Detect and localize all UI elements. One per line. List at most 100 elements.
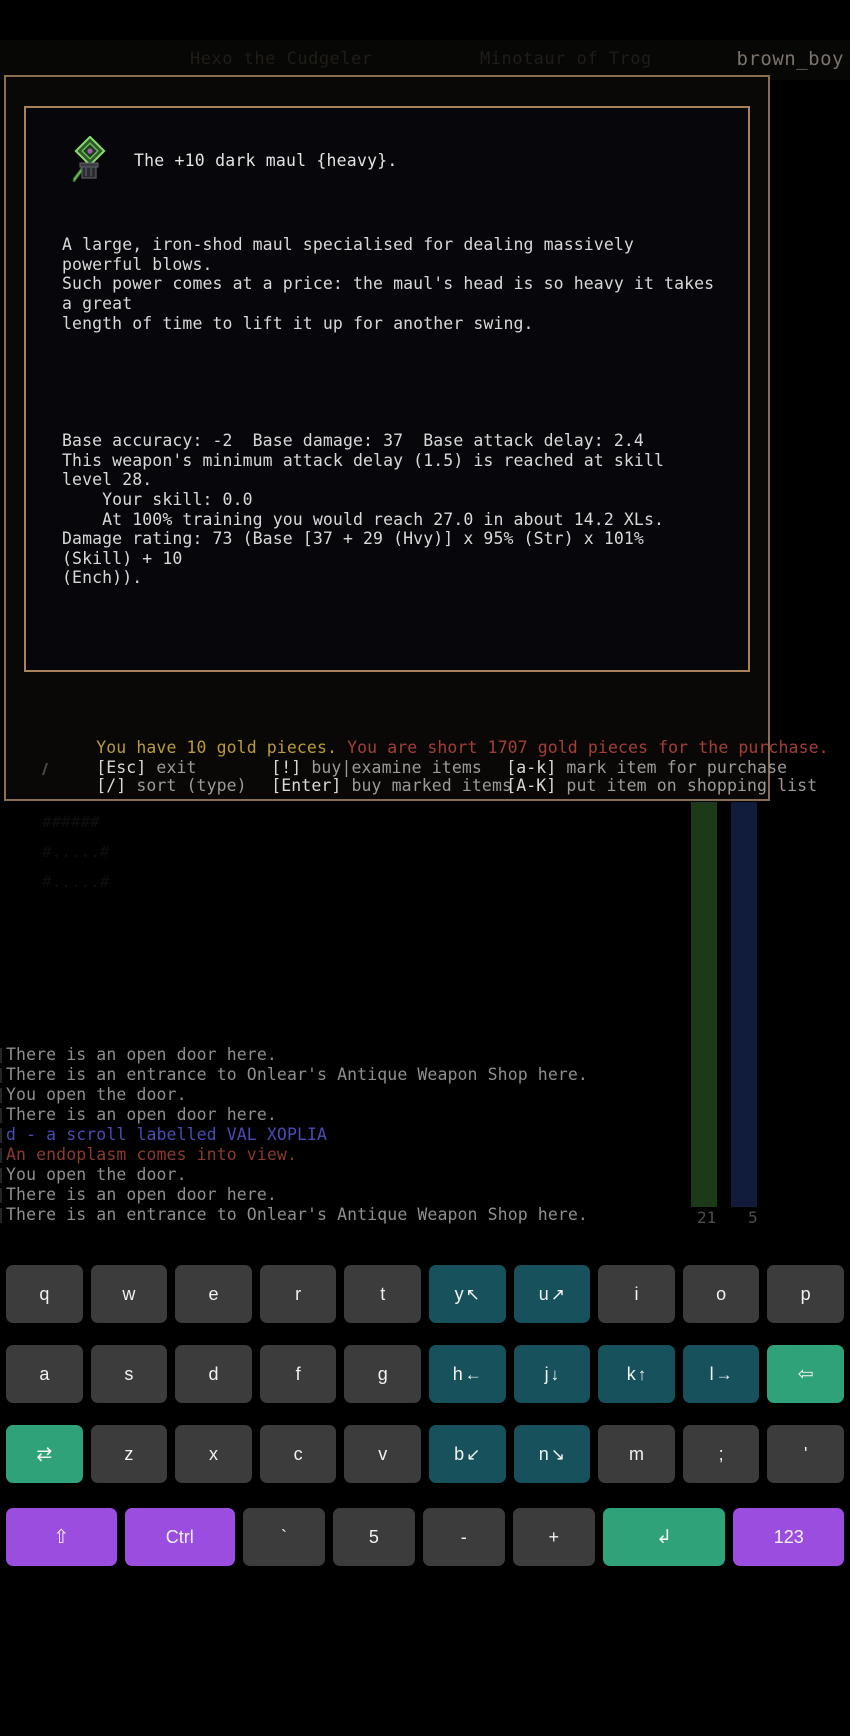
ctrl-label: Ctrl xyxy=(165,1526,194,1547)
key-e[interactable]: e xyxy=(175,1265,252,1323)
key-j-down[interactable]: j ↓ xyxy=(513,1345,591,1403)
minus-key[interactable]: - xyxy=(422,1508,505,1566)
key-r[interactable]: r xyxy=(259,1265,337,1323)
five-key[interactable]: 5 xyxy=(332,1508,415,1566)
key-g[interactable]: g xyxy=(344,1345,421,1403)
key-f[interactable]: f xyxy=(259,1345,337,1403)
key-semicolon[interactable]: ; xyxy=(682,1425,760,1483)
shift-key[interactable]: ⇧ xyxy=(5,1508,117,1566)
key-label: r xyxy=(295,1283,302,1304)
command-key: [Enter] xyxy=(271,776,342,795)
backspace-icon: ⇦ xyxy=(797,1363,814,1385)
plus-key[interactable]: + xyxy=(512,1508,595,1566)
key-label: h xyxy=(452,1363,463,1384)
key-label: n xyxy=(538,1443,549,1464)
key-label: o xyxy=(716,1283,727,1304)
log-line: There is an open door here. xyxy=(0,1045,700,1065)
key-l-right[interactable]: l → xyxy=(682,1345,760,1403)
keyboard-row-3: ⇄ z x c v b ↙ n ↘ m ; ' xyxy=(0,1418,850,1490)
key-label: - xyxy=(460,1526,467,1547)
tab-key[interactable]: ⇄ xyxy=(6,1425,83,1483)
key-label: g xyxy=(377,1363,388,1384)
key-label: j xyxy=(544,1363,549,1384)
key-apostrophe[interactable]: ' xyxy=(767,1425,844,1483)
key-z[interactable]: z xyxy=(90,1425,168,1483)
key-v[interactable]: v xyxy=(344,1425,421,1483)
command-key: [A-K] xyxy=(506,776,557,795)
key-label: m xyxy=(628,1443,644,1464)
log-line: There is an entrance to Onlear's Antique… xyxy=(0,1065,700,1085)
log-line: You open the door. xyxy=(0,1165,700,1185)
topbar-ghost-mid: Minotaur of Trog xyxy=(480,49,652,69)
backspace-key[interactable]: ⇦ xyxy=(767,1345,844,1403)
key-x[interactable]: x xyxy=(175,1425,252,1483)
key-s[interactable]: s xyxy=(90,1345,168,1403)
command-key: [/] xyxy=(96,776,127,795)
item-description-panel: The +10 dark maul {heavy}. A large, iron… xyxy=(24,106,750,672)
command-shopping-list[interactable]: [A-K] put item on shopping list xyxy=(506,776,817,795)
key-i[interactable]: i xyxy=(598,1265,675,1323)
command-label: buy marked items xyxy=(341,776,513,795)
key-u-upright[interactable]: u ↗ xyxy=(513,1265,591,1323)
key-a[interactable]: a xyxy=(6,1345,83,1403)
message-log: There is an open door here. There is an … xyxy=(0,1045,700,1225)
key-label: s xyxy=(124,1363,134,1384)
command-label: sort (type) xyxy=(126,776,247,795)
arrow-down-icon: ↓ xyxy=(550,1364,560,1384)
backtick-key[interactable]: ` xyxy=(243,1508,325,1566)
key-label: z xyxy=(124,1443,134,1464)
map-ghost-row: #.....# xyxy=(42,872,110,891)
item-title: The +10 dark maul {heavy}. xyxy=(134,150,398,170)
command-sort[interactable]: [/] sort (type) xyxy=(96,776,271,795)
key-m[interactable]: m xyxy=(598,1425,675,1483)
key-t[interactable]: t xyxy=(344,1265,421,1323)
key-b-downleft[interactable]: b ↙ xyxy=(429,1425,506,1483)
log-line: You open the door. xyxy=(0,1085,700,1105)
numeric-toggle-key[interactable]: 123 xyxy=(733,1508,845,1566)
key-q[interactable]: q xyxy=(6,1265,83,1323)
command-buy-marked[interactable]: [Enter] buy marked items xyxy=(271,776,512,795)
ctrl-key[interactable]: Ctrl xyxy=(124,1508,236,1566)
virtual-keyboard[interactable]: q w e r t y ↖ u ↗ i o p a s d f g h ← j ↓ k ↑… xyxy=(0,1248,850,1736)
key-d[interactable]: d xyxy=(175,1345,252,1403)
key-p[interactable]: p xyxy=(767,1265,844,1323)
key-w[interactable]: w xyxy=(90,1265,168,1323)
numeric-label: 123 xyxy=(773,1526,804,1547)
description-paragraph: Base accuracy: -2 Base damage: 37 Base a… xyxy=(62,431,665,588)
enter-key[interactable]: ↲ xyxy=(602,1508,726,1566)
key-label: + xyxy=(548,1526,559,1547)
key-y-upleft[interactable]: y ↖ xyxy=(429,1265,506,1323)
key-h-left[interactable]: h ← xyxy=(429,1345,506,1403)
keyboard-row-2: a s d f g h ← j ↓ k ↑ l → ⇦ xyxy=(0,1338,850,1410)
key-label: q xyxy=(39,1283,50,1304)
key-o[interactable]: o xyxy=(682,1265,760,1323)
key-label: e xyxy=(208,1283,219,1304)
map-ghost-row: #.....# xyxy=(42,842,110,861)
keyboard-row-4: ⇧ Ctrl ` 5 - + ↲ 123 xyxy=(0,1500,850,1574)
arrow-down-right-icon: ↘ xyxy=(550,1444,566,1464)
arrow-down-left-icon: ↙ xyxy=(466,1444,481,1464)
key-label: 5 xyxy=(368,1526,379,1547)
key-label: ; xyxy=(718,1443,724,1464)
key-label: u xyxy=(538,1283,549,1304)
log-line: There is an open door here. xyxy=(0,1185,700,1205)
log-line: There is an open door here. xyxy=(0,1105,700,1125)
shift-icon: ⇧ xyxy=(53,1526,70,1548)
arrow-up-left-icon: ↖ xyxy=(465,1284,480,1304)
status-topbar: Hexo the Cudgeler Minotaur of Trog brown… xyxy=(0,40,850,80)
arrow-right-icon: → xyxy=(715,1364,733,1384)
command-label: put item on shopping list xyxy=(556,776,818,795)
key-c[interactable]: c xyxy=(259,1425,337,1483)
topbar-ghost-left: Hexo the Cudgeler xyxy=(190,49,373,69)
key-label: c xyxy=(293,1443,303,1464)
keyboard-row-1: q w e r t y ↖ u ↗ i o p xyxy=(0,1258,850,1330)
key-k-up[interactable]: k ↑ xyxy=(598,1345,675,1403)
mp-bar xyxy=(731,802,757,1207)
arrow-up-icon: ↑ xyxy=(637,1364,647,1384)
key-n-downright[interactable]: n ↘ xyxy=(513,1425,591,1483)
key-label: x xyxy=(209,1443,219,1464)
log-line-monster-sighted: An endoplasm comes into view. xyxy=(0,1145,700,1165)
key-label: p xyxy=(800,1283,811,1304)
